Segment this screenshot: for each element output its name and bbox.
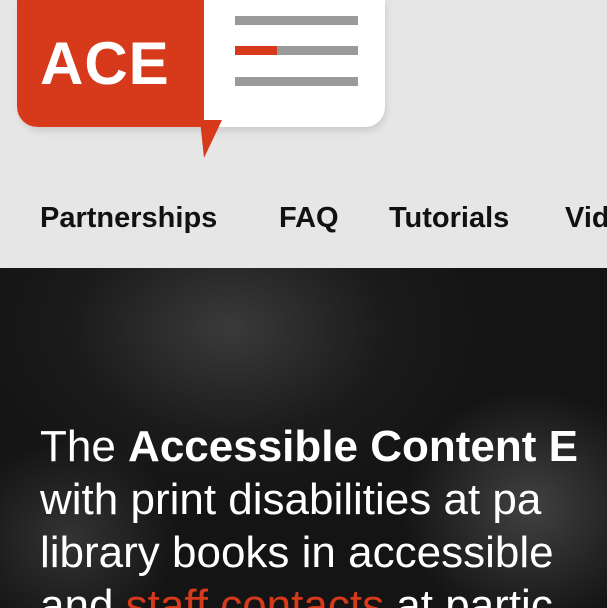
staff-contacts-link[interactable]: staff contacts [126, 581, 384, 608]
speech-bubble-tail [200, 120, 222, 158]
hero-line-1-prefix: The [40, 422, 129, 471]
hero-line-4: and staff contacts at partic [40, 579, 607, 608]
nav-item-videos[interactable]: Vid [565, 196, 607, 240]
menu-line-3 [235, 77, 358, 86]
nav-item-faq[interactable]: FAQ [279, 196, 339, 240]
hero-line-2: with print disabilities at pa [40, 475, 542, 524]
hero-line-4-suffix: at partic [384, 581, 553, 608]
hero-banner: The Accessible Content E with print disa… [0, 268, 607, 608]
site-header: ACE Partnerships FAQ Tutorials Vid [0, 0, 607, 268]
ace-logo[interactable]: ACE [17, 0, 387, 160]
menu-line-accent [235, 46, 277, 55]
hero-line-3: library books in accessible [40, 528, 554, 577]
nav-item-partnerships[interactable]: Partnerships [40, 196, 217, 240]
nav-item-tutorials[interactable]: Tutorials [389, 196, 509, 240]
hero-line-4-prefix: and [40, 581, 126, 608]
menu-line-1 [235, 16, 358, 25]
hero-program-name: Accessible Content E [128, 422, 578, 471]
logo-card: ACE [17, 0, 385, 127]
hero-intro-text: The Accessible Content E with print disa… [40, 420, 607, 608]
hero-line-1: The Accessible Content E [40, 420, 607, 473]
logo-text: ACE [40, 30, 170, 97]
